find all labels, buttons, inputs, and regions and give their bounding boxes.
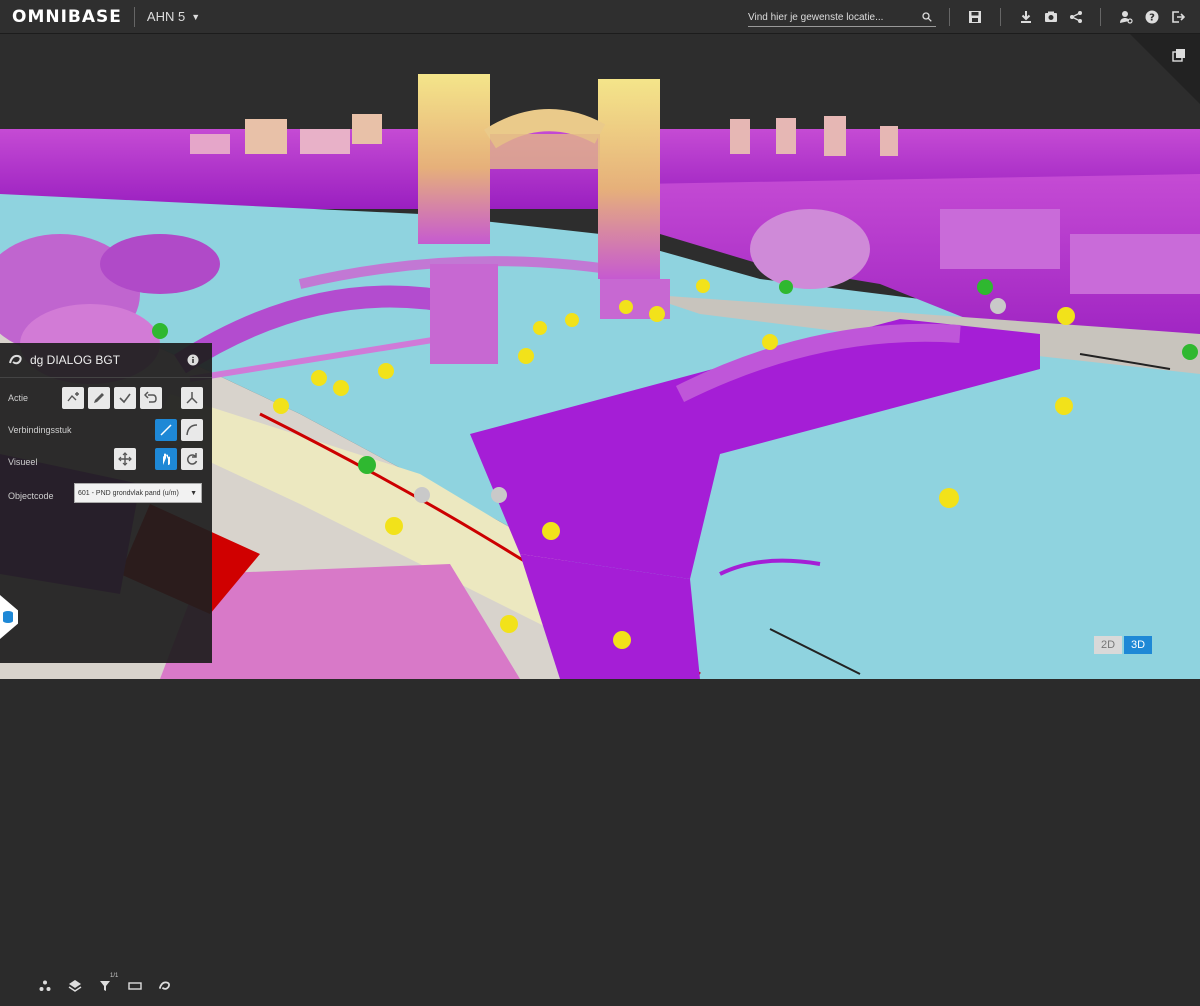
objectcode-select[interactable]: 601 - PND grondvlak pand (u/m) ▼	[74, 483, 202, 503]
move-tool[interactable]	[114, 448, 136, 470]
view-3d-button[interactable]: 3D	[1124, 636, 1152, 654]
database-icon	[3, 611, 13, 623]
divider	[949, 8, 950, 26]
actie-label: Actie	[8, 393, 29, 403]
curved-connector-tool[interactable]	[181, 419, 203, 441]
download-icon[interactable]	[1018, 9, 1034, 25]
logout-icon[interactable]	[1170, 9, 1186, 25]
divider	[133, 6, 135, 27]
info-icon[interactable]	[187, 354, 199, 366]
location-search[interactable]	[748, 8, 936, 27]
search-icon[interactable]	[922, 12, 932, 22]
rotate-icon	[187, 453, 198, 465]
objectcode-value: 601 - PND grondvlak pand (u/m)	[78, 489, 179, 497]
dialog-bgt-panel: dg DIALOG BGT Actie Verbindingsstuk Visu…	[0, 343, 212, 992]
visueel-label: Visueel	[8, 457, 38, 467]
layers-icon[interactable]	[68, 979, 82, 993]
pan-tool[interactable]	[155, 448, 177, 470]
divider	[1100, 8, 1101, 26]
line-icon	[160, 424, 172, 436]
add-point-tool[interactable]	[62, 387, 84, 409]
pencil-icon	[94, 393, 104, 403]
objectcode-label: Objectcode	[8, 491, 54, 501]
chevron-down-icon: ▼	[190, 489, 197, 497]
help-icon[interactable]: ?	[1144, 9, 1160, 25]
dataset-selector[interactable]: AHN 5 ▼	[147, 9, 200, 24]
hand-icon	[163, 453, 170, 465]
svg-text:?: ?	[1149, 13, 1155, 24]
corner-tab	[1130, 34, 1200, 104]
dg-logo-icon[interactable]	[158, 979, 172, 993]
app-logo[interactable]: OMNIBASE	[12, 7, 122, 27]
fullscreen-icon[interactable]	[1172, 48, 1186, 62]
dg-logo-icon	[9, 354, 22, 365]
camera-icon[interactable]	[1043, 9, 1059, 25]
share-nodes-icon[interactable]	[38, 979, 52, 993]
search-input[interactable]	[748, 11, 916, 23]
edit-tool[interactable]	[88, 387, 110, 409]
share-icon[interactable]	[1068, 9, 1084, 25]
add-point-icon	[67, 392, 79, 402]
check-icon	[119, 393, 131, 404]
filter-badge: 1/1	[110, 973, 119, 979]
split-icon	[186, 392, 198, 404]
chevron-down-icon: ▼	[191, 11, 201, 22]
panel-toolbar: 1/1	[0, 965, 212, 1006]
confirm-tool[interactable]	[114, 387, 136, 409]
save-icon[interactable]	[967, 9, 983, 25]
divider	[1000, 8, 1001, 26]
verbindingsstuk-label: Verbindingsstuk	[8, 425, 72, 435]
straight-connector-tool[interactable]	[155, 419, 177, 441]
arc-icon	[186, 424, 198, 436]
view-2d-button[interactable]: 2D	[1094, 636, 1122, 654]
undo-tool[interactable]	[140, 387, 162, 409]
panel-title: dg DIALOG BGT	[30, 353, 121, 367]
ruler-icon[interactable]	[128, 979, 142, 993]
user-settings-icon[interactable]	[1118, 9, 1134, 25]
move-icon	[118, 452, 132, 466]
filter-icon[interactable]: 1/1	[98, 973, 118, 993]
dataset-label: AHN 5	[146, 9, 186, 24]
rotate-tool[interactable]	[181, 448, 203, 470]
split-tool[interactable]	[181, 387, 203, 409]
panel-header: dg DIALOG BGT	[0, 343, 212, 378]
undo-icon	[144, 391, 157, 403]
